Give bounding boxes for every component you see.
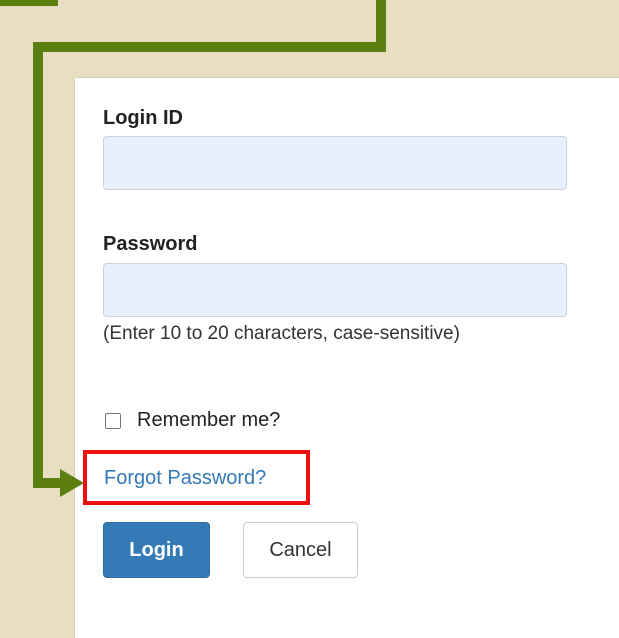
login-id-input[interactable] <box>103 136 567 190</box>
remember-me-label[interactable]: Remember me? <box>137 409 280 432</box>
corner-accent <box>0 0 58 6</box>
highlight-box <box>83 450 310 505</box>
password-hint: (Enter 10 to 20 characters, case-sensiti… <box>103 323 460 344</box>
login-button[interactable]: Login <box>103 522 210 578</box>
password-input[interactable] <box>103 263 567 317</box>
login-id-label: Login ID <box>103 107 183 129</box>
remember-me-checkbox[interactable] <box>105 413 121 429</box>
password-label: Password <box>103 233 198 255</box>
cancel-button[interactable]: Cancel <box>243 522 358 578</box>
